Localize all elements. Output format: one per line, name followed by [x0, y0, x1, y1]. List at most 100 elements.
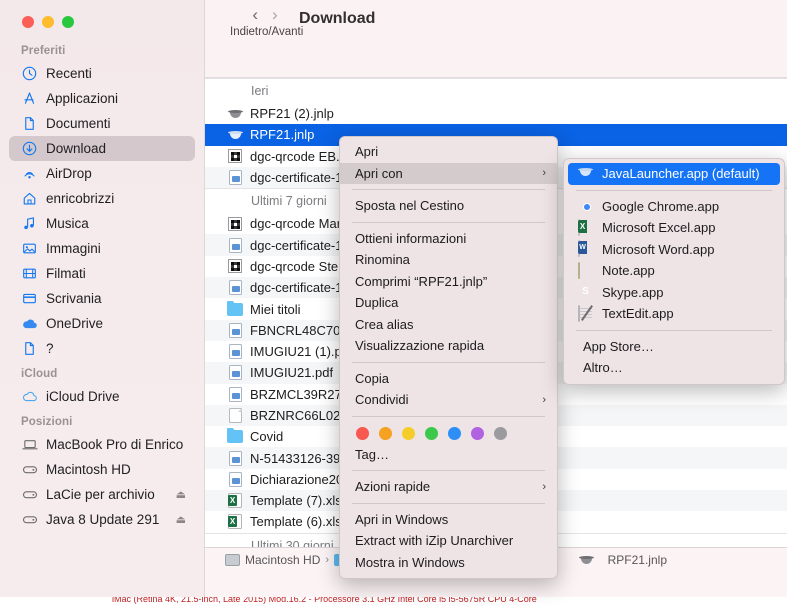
sidebar-item-label: Immagini — [46, 241, 101, 256]
submenu-item-google-chrome-app[interactable]: Google Chrome.app — [568, 196, 780, 218]
eject-icon[interactable]: ⏏ — [176, 513, 186, 526]
submenu-item-label: Microsoft Excel.app — [602, 220, 716, 236]
submenu-item-note-app[interactable]: Note.app — [568, 260, 780, 282]
sidebar-item-recenti[interactable]: Recenti — [9, 61, 195, 86]
chevron-right-icon: › — [542, 393, 546, 406]
menu-item-extract-with-izip-unarchiver[interactable]: Extract with iZip Unarchiver — [340, 530, 557, 552]
forward-icon[interactable]: › — [272, 5, 278, 25]
sidebar-item-icloud-drive[interactable]: iCloud Drive — [9, 384, 195, 409]
sidebar-item-macbook-pro-di-enrico[interactable]: MacBook Pro di Enrico — [9, 432, 195, 457]
sidebar-item-[interactable]: ? — [9, 336, 195, 361]
tag-color-dot-0[interactable] — [356, 426, 369, 440]
submenu-item-textedit-app[interactable]: TextEdit.app — [568, 303, 780, 325]
menu-item-visualizzazione-rapida[interactable]: Visualizzazione rapida — [340, 335, 557, 357]
sidebar-item-applicazioni[interactable]: Applicazioni — [9, 86, 195, 111]
sidebar-item-documenti[interactable]: Documenti — [9, 111, 195, 136]
pdf-icon — [227, 237, 243, 253]
sidebar-item-download[interactable]: Download — [9, 136, 195, 161]
pdf-icon — [227, 365, 243, 381]
menu-item-mostra-in-windows[interactable]: Mostra in Windows — [340, 552, 557, 574]
menu-item-tag[interactable]: Tag… — [340, 444, 557, 466]
sidebar-item-java-8-update-291[interactable]: Java 8 Update 291 ⏏ — [9, 507, 195, 532]
menu-item-apri[interactable]: Apri — [340, 141, 557, 163]
menu-item-apri-in-windows[interactable]: Apri in Windows — [340, 509, 557, 531]
sidebar-item-macintosh-hd[interactable]: Macintosh HD — [9, 457, 195, 482]
minimize-button[interactable] — [42, 16, 54, 28]
context-menu[interactable]: Apri Apri con › Sposta nel Cestino Ottieni i… — [339, 136, 558, 579]
sidebar-item-musica[interactable]: Musica — [9, 211, 195, 236]
tag-color-dot-5[interactable] — [471, 426, 484, 440]
submenu-item-label: Altro… — [583, 360, 623, 376]
tag-color-dot-2[interactable] — [402, 426, 415, 440]
qr-icon — [227, 216, 243, 232]
finder-window: Preferiti Recenti Applicazioni Documenti Dow… — [0, 0, 787, 605]
pdf-icon — [227, 280, 243, 296]
tag-color-dot-4[interactable] — [448, 426, 461, 440]
submenu-item-microsoft-word-app[interactable]: Microsoft Word.app — [568, 239, 780, 261]
path-segment-root[interactable]: Macintosh HD — [245, 553, 320, 567]
sidebar-item-airdrop[interactable]: AirDrop — [9, 161, 195, 186]
submenu-item-skype-app[interactable]: Skype.app — [568, 282, 780, 304]
tag-color-dot-6[interactable] — [494, 426, 507, 440]
tag-color-dot-1[interactable] — [379, 426, 392, 440]
back-icon[interactable]: ‹ — [252, 5, 258, 25]
photos-icon — [21, 240, 38, 257]
menu-item-ottieni-informazioni[interactable]: Ottieni informazioni — [340, 228, 557, 250]
background-desktop: iMac (Retina 4K, 21.5-inch, Late 2015) M… — [0, 597, 787, 605]
sidebar-item-label: enricobrizzi — [46, 191, 115, 206]
menu-item-label: Copia — [355, 370, 389, 386]
excel-icon — [578, 218, 594, 236]
menu-item-apri-con[interactable]: Apri con › — [340, 162, 557, 184]
submenu-item-javalauncher-app-default[interactable]: JavaLauncher.app (default) — [568, 163, 780, 185]
menu-item-azioni-rapide[interactable]: Azioni rapide › — [340, 476, 557, 498]
file-name: Covid — [250, 429, 284, 445]
sidebar-item-label: Documenti — [46, 116, 111, 131]
menu-item-comprimi-rpf21-jnlp[interactable]: Comprimi “RPF21.jnlp” — [340, 271, 557, 293]
menu-separator — [576, 189, 772, 191]
disk-icon — [21, 511, 38, 528]
submenu-item-altro[interactable]: Altro… — [568, 357, 780, 379]
sidebar-item-label: iCloud Drive — [46, 389, 120, 404]
sidebar-item-immagini[interactable]: Immagini — [9, 236, 195, 261]
sidebar: Preferiti Recenti Applicazioni Documenti Dow… — [0, 0, 205, 597]
eject-icon[interactable]: ⏏ — [176, 488, 186, 501]
menu-item-copia[interactable]: Copia — [340, 368, 557, 390]
tag-color-dot-3[interactable] — [425, 426, 438, 440]
sidebar-item-scrivania[interactable]: Scrivania — [9, 286, 195, 311]
menu-item-label: Apri in Windows — [355, 511, 449, 527]
menu-item-crea-alias[interactable]: Crea alias — [340, 314, 557, 336]
chevron-right-icon: › — [542, 167, 546, 180]
menu-separator — [352, 470, 545, 471]
menu-item-duplica[interactable]: Duplica — [340, 292, 557, 314]
submenu-item-label: Google Chrome.app — [602, 198, 720, 214]
notes-icon — [578, 261, 594, 279]
sidebar-item-enricobrizzi[interactable]: enricobrizzi — [9, 186, 195, 211]
menu-item-sposta-nel-cestino[interactable]: Sposta nel Cestino — [340, 195, 557, 217]
sidebar-item-filmati[interactable]: Filmati — [9, 261, 195, 286]
zoom-button[interactable] — [62, 16, 74, 28]
submenu-item-app-store[interactable]: App Store… — [568, 336, 780, 358]
document-icon — [21, 115, 38, 132]
sidebar-item-onedrive[interactable]: OneDrive — [9, 311, 195, 336]
sidebar-item-label: Applicazioni — [46, 91, 119, 106]
hard-disk-icon — [225, 554, 240, 566]
menu-item-rinomina[interactable]: Rinomina — [340, 249, 557, 271]
word-icon — [578, 240, 594, 258]
path-file-label: RPF21.jnlp — [607, 553, 667, 567]
submenu-item-microsoft-excel-app[interactable]: Microsoft Excel.app — [568, 217, 780, 239]
menu-item-condividi[interactable]: Condividi › — [340, 389, 557, 411]
table-row[interactable]: RPF21 (2).jnlp — [205, 103, 787, 124]
menu-item-label: Sposta nel Cestino — [355, 198, 465, 214]
sidebar-item-label: AirDrop — [46, 166, 92, 181]
close-button[interactable] — [22, 16, 34, 28]
path-segment-file[interactable]: RPF21.jnlp — [579, 552, 667, 568]
open-with-submenu[interactable]: JavaLauncher.app (default) Google Chrome.… — [563, 158, 785, 385]
cloud-icon — [21, 388, 38, 405]
sidebar-section-header: Posizioni — [21, 416, 73, 428]
sidebar-item-lacie-per-archivio[interactable]: LaCie per archivio ⏏ — [9, 482, 195, 507]
submenu-item-label: JavaLauncher.app (default) — [602, 166, 760, 182]
menu-item-label: Apri con — [355, 165, 403, 181]
clock-icon — [21, 65, 38, 82]
file-list-group-header: Ieri — [205, 78, 787, 103]
disk-icon — [21, 486, 38, 503]
